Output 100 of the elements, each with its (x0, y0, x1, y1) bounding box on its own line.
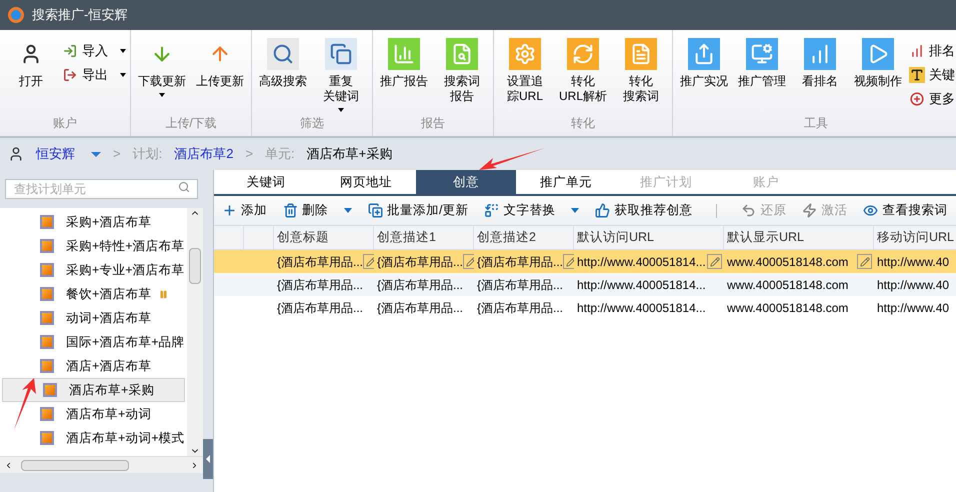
table-cell-text: {酒店布草用品... (277, 254, 364, 270)
column-header[interactable]: 默认访问URL (574, 226, 724, 249)
ribbon-button[interactable]: 搜索词报告 (435, 38, 489, 114)
toolbar-button[interactable]: 删除 (283, 201, 352, 220)
unit-label: 国际+酒店布草+品牌 (66, 334, 185, 351)
unit-icon (40, 407, 54, 421)
document-search-icon (446, 38, 478, 70)
import-icon (62, 43, 78, 59)
table-row[interactable]: {酒店布草用品... {酒店布草用品... {酒店布草用品... http://www.400051814... www.4000518148.com http://www.40 (214, 250, 956, 273)
unit-icon (40, 287, 54, 301)
ribbon-button[interactable]: 打开 (4, 38, 58, 114)
edit-icon[interactable] (857, 254, 872, 269)
column-header[interactable]: 创意描述2 (474, 226, 574, 249)
video-icon (862, 38, 894, 70)
tab[interactable]: 推广单元 (516, 170, 616, 194)
ribbon-button[interactable]: 重复关键词 (314, 38, 368, 114)
tab[interactable]: 创意 (416, 170, 516, 194)
table-cell-text: http://www.400051814... (577, 276, 706, 294)
window-title: 搜索推广-恒安辉 (32, 6, 128, 24)
table-cell-text: {酒店布草用品... (377, 254, 464, 270)
column-header[interactable]: 移动访问URL (874, 226, 956, 249)
ribbon-button[interactable]: 更多 (909, 90, 955, 108)
unit-icon (40, 215, 54, 229)
ribbon-button[interactable]: 推广实况 (677, 38, 731, 114)
unit-icon (40, 263, 54, 277)
recommend-icon (595, 203, 610, 218)
plan-link[interactable]: 酒店布草2 (174, 144, 234, 164)
separator: > (113, 145, 121, 164)
batch-add-icon (368, 203, 383, 218)
column-header[interactable]: 创意标题 (274, 226, 374, 249)
replace-icon (484, 203, 500, 218)
tree-item[interactable]: 酒店布草+动词+模式 (0, 426, 187, 450)
tree-item[interactable]: 酒店布草+动词 (0, 402, 187, 426)
scroll-thumb[interactable] (21, 460, 129, 470)
caret-icon (91, 152, 101, 156)
gear-icon (509, 38, 541, 70)
view-icon (863, 203, 878, 218)
chart-icon (388, 38, 420, 70)
collapse-handle[interactable] (203, 439, 213, 479)
group-label: 转化 (570, 115, 596, 132)
column-header[interactable]: 默认显示URL (724, 226, 874, 249)
share-icon (688, 38, 720, 70)
tree-item[interactable]: 餐饮+酒店布草 (0, 282, 187, 306)
edit-icon[interactable] (563, 254, 574, 269)
scroll-thumb[interactable] (189, 248, 201, 284)
unit-icon (40, 335, 54, 349)
unit-name: 酒店布草+采购 (306, 145, 392, 164)
unit-label: 酒店布草+动词 (66, 406, 152, 423)
ribbon-button[interactable]: 视频制作 (851, 38, 905, 114)
ribbon-button[interactable]: 高级搜索 (256, 38, 310, 114)
ribbon-button[interactable]: 导入 (62, 42, 126, 60)
toolbar-button[interactable]: 文字替换 (484, 201, 580, 220)
tree-item[interactable]: 酒店+酒店布草 (0, 354, 187, 378)
ribbon-button[interactable]: 推广管理 (735, 38, 789, 114)
tree-item[interactable]: 动词+酒店布草 (0, 306, 187, 330)
ribbon-button[interactable]: 导出 (62, 66, 126, 84)
tree-item[interactable]: 采购+专业+酒店布草 (0, 258, 187, 282)
document-icon (625, 38, 657, 70)
edit-icon[interactable] (363, 254, 374, 269)
tree-item[interactable]: 采购+特性+酒店布草 (0, 234, 187, 258)
ribbon-button[interactable]: 下载更新 (135, 38, 189, 114)
table-cell-text: {酒店布草用品... (277, 300, 364, 316)
ribbon-button[interactable]: 设置追踪URL (498, 38, 552, 114)
toolbar-button[interactable]: 获取推荐创意 (595, 201, 692, 220)
unit-label: 采购+酒店布草 (66, 214, 152, 231)
arrow-drawing (477, 146, 547, 172)
unit-label: 酒店布草+动词+模式 (66, 430, 185, 447)
account-link[interactable]: 恒安辉 (36, 144, 101, 164)
app-logo-icon (8, 7, 24, 23)
screen-gear-icon (746, 38, 778, 70)
ribbon-button[interactable]: 看排名 (793, 38, 847, 114)
separator: > (245, 145, 254, 164)
edit-icon[interactable] (463, 254, 474, 269)
tree-item[interactable]: 采购+酒店布草 (0, 210, 187, 234)
edit-icon[interactable] (707, 254, 722, 269)
ribbon-button[interactable]: 推广报告 (377, 38, 431, 114)
toolbar-button[interactable]: 查看搜索词 (863, 201, 948, 220)
add-circle-icon (909, 91, 925, 107)
table-row[interactable]: {酒店布草用品... {酒店布草用品... {酒店布草用品... http://www.400051814... www.4000518148.com http://www.40 (214, 273, 956, 296)
tab[interactable]: 关键词 (216, 170, 316, 194)
add-icon (222, 203, 237, 218)
tree-item[interactable]: 酒店布草+采购 (2, 378, 185, 402)
ribbon-button[interactable]: 转化URL解析 (556, 38, 610, 114)
tree-item[interactable]: 国际+酒店布草+品牌 (0, 330, 187, 354)
ribbon-button[interactable]: 上传更新 (193, 38, 247, 114)
group-label: 工具 (803, 115, 829, 132)
ribbon-button[interactable]: 转化搜索词 (614, 38, 668, 114)
unit-label: 单元: (265, 145, 295, 164)
table-cell-text: {酒店布草用品... (477, 300, 564, 316)
ribbon-button[interactable]: 关键 (909, 66, 955, 84)
search-field[interactable]: 查找计划单元 (5, 179, 198, 199)
toolbar-button[interactable]: 批量添加/更新 (368, 201, 468, 220)
undo-icon (741, 203, 756, 218)
table-cell-text: http://www.40 (877, 254, 950, 270)
group-label: 账户 (52, 115, 78, 132)
scroll-left-icon (4, 460, 13, 470)
toolbar-button[interactable]: 添加 (222, 201, 267, 220)
ribbon-button[interactable]: 排名 (909, 42, 955, 60)
column-header[interactable]: 创意描述1 (374, 226, 474, 249)
tab[interactable]: 网页地址 (316, 170, 416, 194)
